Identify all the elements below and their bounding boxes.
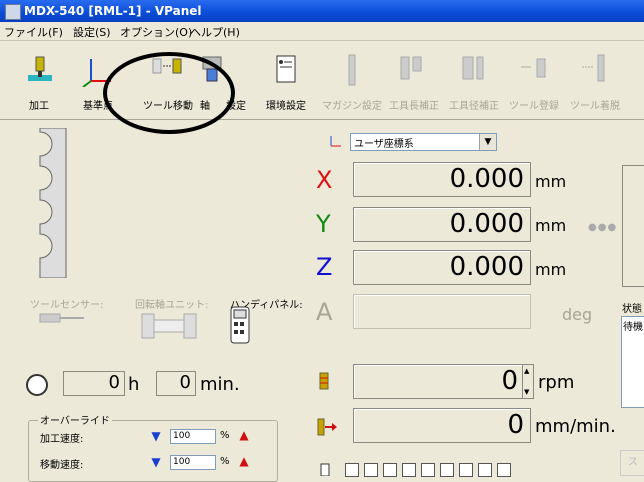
spindle-unit: rpm: [538, 372, 575, 393]
rotary-unit-icon: [141, 313, 197, 339]
tool-slot: [383, 463, 397, 477]
move-speed-field[interactable]: 100: [170, 455, 216, 470]
machining-icon: [28, 56, 52, 81]
minutes-field: 0: [156, 371, 196, 396]
tool-diameter-icon: [462, 56, 484, 80]
tool-length-icon: [400, 56, 422, 80]
spindle-icon: [319, 372, 329, 390]
axis-z-unit: mm: [535, 260, 567, 279]
title-bar: MDX-540 [RML-1] - VPanel: [0, 0, 644, 22]
settings-button[interactable]: 設定: [226, 41, 252, 117]
tool-sensor-label: ツールセンサー:: [30, 300, 104, 311]
origin-button[interactable]: 基準点: [74, 41, 122, 117]
axis-letter-a: A: [316, 298, 333, 326]
handy-panel-icon: [230, 306, 250, 344]
tool-change-button[interactable]: ツール着脱: [566, 41, 624, 117]
axis-letter-z: Z: [316, 253, 333, 281]
menu-bar: ファイル(F) 設定(S) オプション(O) ヘルプ(H): [0, 22, 644, 41]
axis-letter-x: X: [316, 166, 333, 194]
tool-length-button[interactable]: 工具長補正: [386, 41, 442, 117]
tool-slot-icon: [320, 463, 330, 476]
tool-slot: [440, 463, 454, 477]
tool-register-button[interactable]: ツール登録: [506, 41, 562, 117]
hours-field: 0: [63, 371, 125, 396]
cutting-speed-percent: %: [220, 430, 230, 441]
axis-icon: [202, 56, 222, 82]
feed-icon: [317, 418, 337, 436]
move-speed-up-icon[interactable]: ▲: [238, 455, 250, 467]
move-speed-down-icon[interactable]: ▼: [150, 456, 162, 468]
minutes-unit: min.: [200, 374, 240, 395]
stopwatch-icon: [26, 374, 48, 396]
tool-slot: [459, 463, 473, 477]
right-panel-edge: [622, 165, 644, 287]
axis-x-unit: mm: [535, 172, 567, 191]
spindle-spinner[interactable]: ▲ ▼: [522, 364, 534, 399]
tool-slot: [497, 463, 511, 477]
app-icon: [5, 4, 21, 20]
tool-slot: [402, 463, 416, 477]
axis-letter-y: Y: [316, 210, 331, 238]
hours-unit: h: [128, 374, 140, 395]
environment-button[interactable]: 環境設定: [256, 41, 316, 117]
axis-a-display: [353, 294, 531, 329]
move-speed-percent: %: [220, 456, 230, 467]
cutting-speed-label: 加工速度:: [40, 434, 84, 445]
cutting-speed-up-icon[interactable]: ▲: [238, 429, 250, 441]
chevron-down-icon[interactable]: ▼: [479, 134, 496, 150]
axis-x-display: 0.000: [353, 162, 531, 197]
tool-slot: [364, 463, 378, 477]
axis-a-unit: deg: [562, 305, 593, 324]
tool-slot: [345, 463, 359, 477]
menu-options[interactable]: オプション(O): [120, 24, 192, 40]
menu-file[interactable]: ファイル(F): [4, 24, 63, 40]
cutting-speed-down-icon[interactable]: ▼: [150, 430, 162, 442]
tool-slot: [478, 463, 492, 477]
feed-unit: mm/min.: [535, 416, 616, 437]
menu-help[interactable]: ヘルプ(H): [190, 24, 240, 40]
menu-settings[interactable]: 設定(S): [73, 24, 111, 40]
magazine-icon: [348, 54, 356, 86]
axis-y-unit: mm: [535, 216, 567, 235]
document-icon: [276, 55, 296, 83]
tool-slot: [421, 463, 435, 477]
window-title: MDX-540 [RML-1] - VPanel: [24, 4, 202, 18]
tool-sensor-icon: [39, 313, 84, 323]
machining-button[interactable]: 加工: [14, 41, 64, 117]
status-label: 状態: [622, 304, 642, 315]
more-button[interactable]: ●●●: [588, 222, 617, 233]
tool-change-icon: [582, 54, 605, 82]
status-box: 待機: [621, 316, 644, 408]
feed-rate-display: 0: [353, 408, 531, 443]
workpiece-profile-graphic: [39, 128, 67, 278]
spindle-speed-display: 0: [353, 364, 523, 399]
toolbar: 加工 基準点 ツール移動 軸 設定 環境設定 マガジン設定 工具長補正 工具径補…: [0, 41, 644, 120]
coordinate-icon: [330, 136, 341, 147]
coordinate-system-select[interactable]: ユーザ座標系 ▼: [350, 133, 497, 151]
start-button[interactable]: ス: [620, 450, 644, 476]
tool-register-icon: [521, 58, 546, 78]
cutting-speed-field[interactable]: 100: [170, 429, 216, 444]
tool-diameter-button[interactable]: 工具径補正: [446, 41, 502, 117]
axis-y-display: 0.000: [353, 207, 531, 242]
tool-move-icon: [152, 58, 182, 74]
origin-icon: [82, 59, 111, 87]
axis-z-display: 0.000: [353, 250, 531, 285]
override-title: オーバーライド: [38, 412, 112, 427]
move-speed-label: 移動速度:: [40, 460, 84, 471]
axis-button[interactable]: 軸: [198, 41, 226, 117]
magazine-button[interactable]: マガジン設定: [322, 41, 382, 117]
